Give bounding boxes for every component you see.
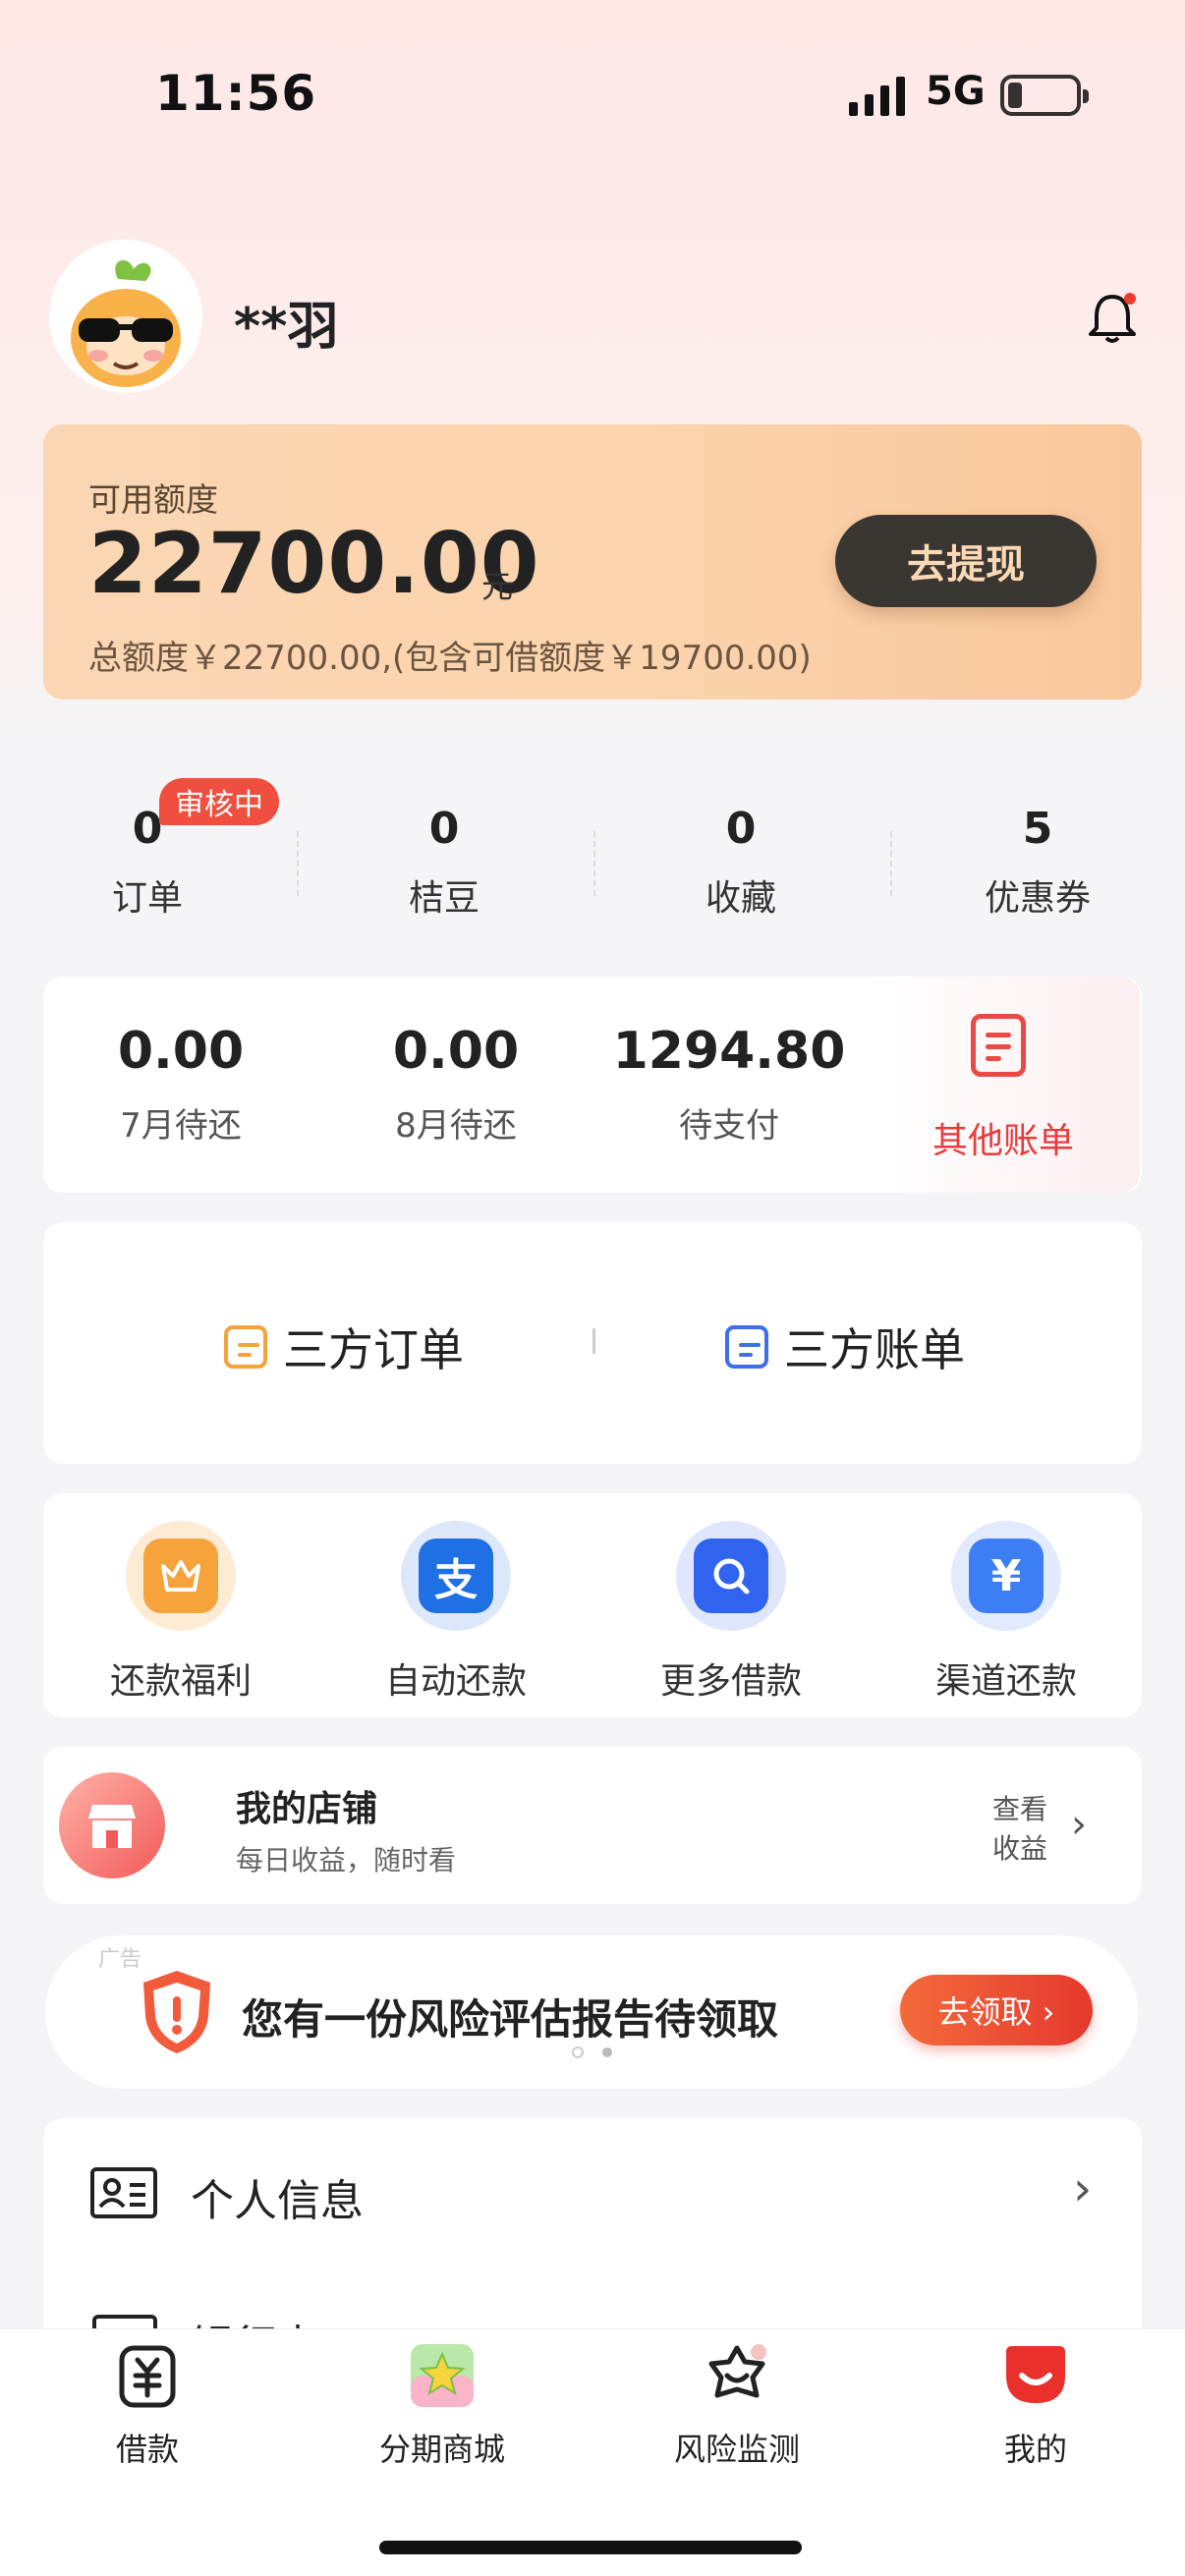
other-bills-label: 其他账单 [931, 1121, 1074, 1161]
carousel-indicator [572, 2046, 612, 2058]
document-icon [971, 1014, 1026, 1077]
bill-august[interactable]: 0.00 8月待还 [318, 1022, 593, 1147]
alipay-icon: 支 [419, 1539, 493, 1613]
bill-july[interactable]: 0.00 7月待还 [43, 1022, 318, 1147]
tab-loan[interactable]: 借款 [29, 2342, 265, 2470]
crown-icon [143, 1539, 218, 1613]
loan-icon [119, 2345, 176, 2408]
chevron-right-icon: › [1073, 2161, 1093, 2216]
view-line-1: 查看 [992, 1793, 1048, 1825]
stat-label: 桔豆 [408, 878, 480, 919]
tab-label: 分期商城 [378, 2431, 505, 2468]
tab-risk-monitor[interactable]: 风险监测 [619, 2342, 855, 2470]
stat-favorites[interactable]: 0 收藏 [593, 804, 888, 921]
avatar[interactable] [49, 240, 202, 393]
third-party-bills-button[interactable]: 三方账单 [725, 1315, 965, 1379]
signal-icon [849, 77, 905, 116]
username: **羽 [234, 298, 339, 357]
quick-channel-repay[interactable]: ¥ 渠道还款 [888, 1521, 1124, 1704]
credit-unit: 元 [481, 568, 514, 605]
order-icon [224, 1325, 267, 1369]
status-time: 11:56 [155, 65, 317, 122]
mall-icon [411, 2344, 474, 2407]
bill-label: 8月待还 [395, 1106, 517, 1146]
stat-value: 5 [1022, 804, 1053, 854]
quick-action-label: 还款福利 [109, 1661, 252, 1702]
tab-mall[interactable]: 分期商城 [324, 2342, 560, 2470]
shop-title: 我的店铺 [236, 1789, 378, 1829]
bill-pending[interactable]: 1294.80 待支付 [592, 1022, 867, 1147]
stat-value: 0 [428, 804, 460, 854]
shop-subtitle: 每日收益，随时看 [236, 1844, 457, 1876]
menu-item-personal-info[interactable]: 个人信息 [191, 2165, 364, 2228]
claim-report-button[interactable]: 去领取 › [900, 1975, 1093, 2045]
mine-icon [1006, 2346, 1065, 2403]
notification-bell-icon[interactable] [1087, 291, 1138, 346]
bill-label: 待支付 [679, 1106, 779, 1146]
credit-total: 总额度￥22700.00,(包含可借额度￥19700.00) [88, 639, 812, 678]
id-card-icon [90, 2167, 157, 2218]
bill-icon [725, 1325, 768, 1369]
quick-action-label: 更多借款 [659, 1661, 802, 1702]
battery-icon [1000, 75, 1089, 116]
tab-label: 借款 [115, 2431, 179, 2468]
tab-label: 我的 [1003, 2431, 1067, 2468]
chevron-right-icon: › [1071, 1802, 1087, 1847]
stat-label: 优惠券 [984, 878, 1091, 919]
tab-mine[interactable]: 我的 [918, 2342, 1154, 2470]
shield-alert-icon [143, 1971, 210, 2053]
other-bills-button[interactable]: 其他账单 [867, 977, 1140, 1193]
divider [592, 1328, 595, 1354]
third-party-orders-button[interactable]: 三方订单 [224, 1315, 464, 1379]
stat-label: 收藏 [705, 878, 776, 919]
quick-auto-repay[interactable]: 支 自动还款 [338, 1521, 574, 1704]
orange-mascot-icon [71, 259, 181, 387]
bill-label: 7月待还 [120, 1106, 242, 1146]
third-party-bills-label: 三方账单 [784, 1323, 965, 1376]
third-party-orders-label: 三方订单 [283, 1323, 464, 1376]
quick-more-loans[interactable]: 更多借款 [613, 1521, 849, 1704]
view-earnings-link[interactable]: 查看 收益 [992, 1790, 1047, 1869]
shop-icon [59, 1772, 165, 1878]
bill-value: 0.00 [117, 1022, 245, 1081]
risk-banner-text: 您有一份风险评估报告待领取 [242, 1995, 779, 2044]
tab-label: 风险监测 [673, 2431, 800, 2468]
quick-action-label: 自动还款 [384, 1661, 527, 1702]
status-badge: 审核中 [159, 778, 279, 825]
view-line-2: 收益 [992, 1832, 1048, 1865]
credit-amount: 22700.00 [88, 515, 540, 613]
my-shop-card[interactable] [43, 1747, 1142, 1904]
stat-coupons[interactable]: 5 优惠券 [890, 804, 1185, 921]
stat-points[interactable]: 0 桔豆 [297, 804, 592, 921]
bill-value: 1294.80 [612, 1022, 846, 1081]
stat-label: 订单 [111, 878, 183, 919]
yuan-icon: ¥ [969, 1539, 1044, 1613]
search-icon [694, 1539, 768, 1613]
stat-value: 0 [725, 804, 757, 854]
credit-label: 可用额度 [88, 480, 218, 519]
bill-value: 0.00 [392, 1022, 520, 1081]
quick-action-label: 渠道还款 [934, 1661, 1077, 1702]
credit-card: 可用额度 22700.00 元 总额度￥22700.00,(包含可借额度￥197… [43, 424, 1142, 700]
quick-repay-welfare[interactable]: 还款福利 [63, 1521, 299, 1704]
ad-tag: 广告 [98, 1947, 142, 1972]
network-type: 5G [926, 69, 986, 114]
home-indicator[interactable] [379, 2541, 802, 2554]
risk-monitor-icon [708, 2344, 766, 2398]
withdraw-button[interactable]: 去提现 [835, 515, 1097, 607]
